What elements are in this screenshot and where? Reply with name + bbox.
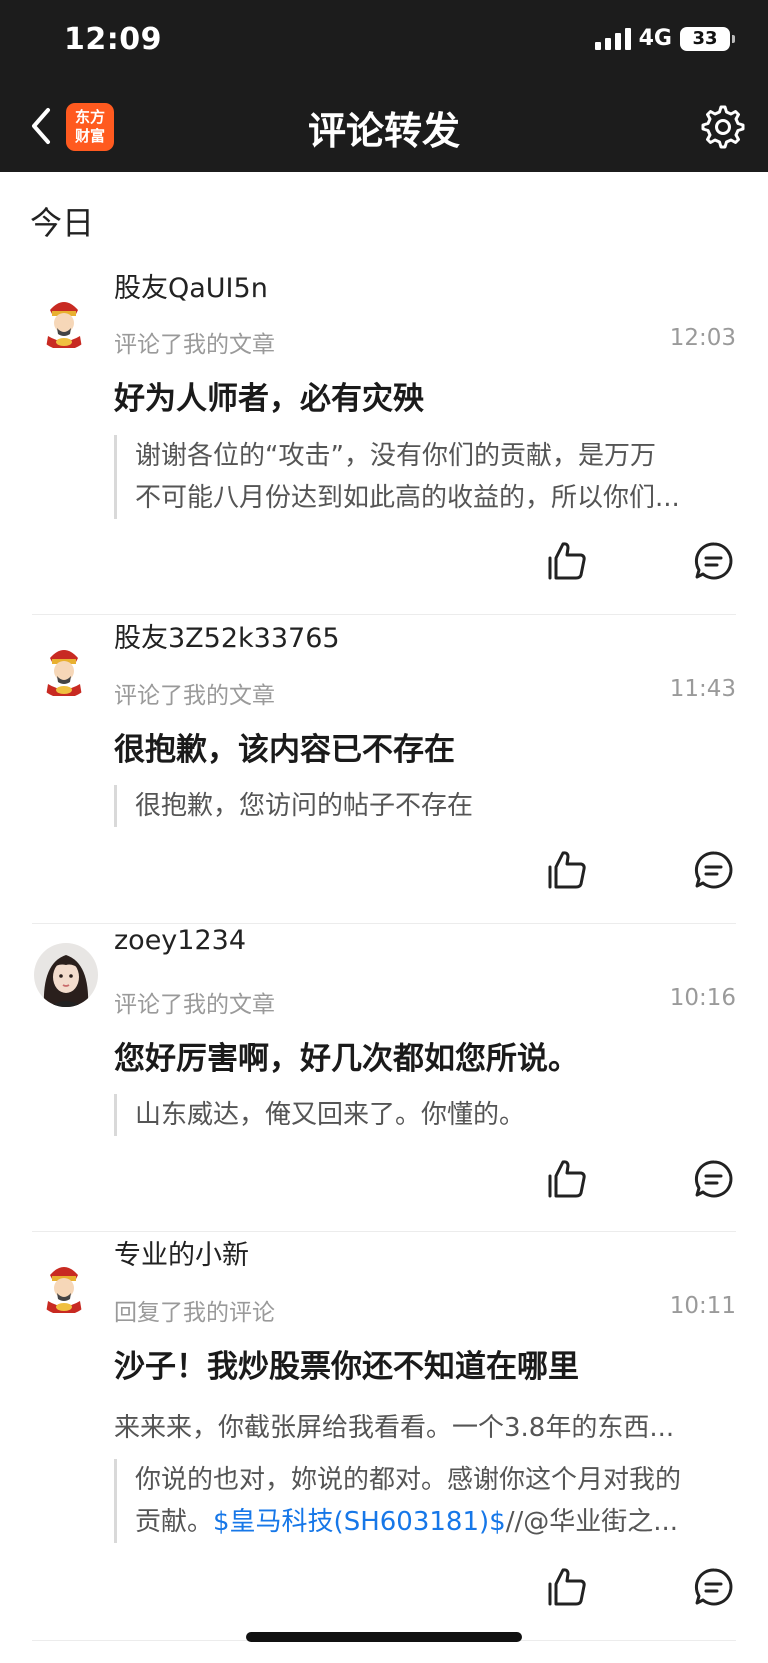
username[interactable]: zoey1234	[114, 925, 246, 956]
timestamp: 12:03	[669, 325, 736, 351]
action-text: 评论了我的文章	[114, 683, 275, 709]
page-title: 评论转发	[307, 109, 460, 153]
timestamp: 10:16	[669, 985, 736, 1011]
like-button[interactable]	[546, 1158, 588, 1200]
network-type: 4G	[638, 26, 672, 51]
home-indicator[interactable]	[246, 1632, 522, 1642]
thumbs-up-icon	[548, 1160, 586, 1198]
timestamp: 10:11	[669, 1293, 736, 1319]
comment-button[interactable]	[694, 1159, 734, 1199]
divider	[32, 1231, 736, 1232]
section-title-today: 今日	[30, 204, 95, 242]
status-indicators: 4G 33	[594, 26, 735, 51]
comment-bubble-icon	[694, 851, 733, 889]
avatar[interactable]	[34, 638, 94, 698]
like-button[interactable]	[546, 1566, 588, 1608]
comment-button[interactable]	[694, 541, 734, 581]
settings-button[interactable]	[700, 104, 746, 150]
action-text: 评论了我的文章	[114, 332, 275, 358]
comment-text[interactable]: 好为人师者，必有灾殃	[114, 373, 424, 418]
avatar[interactable]	[34, 1255, 94, 1315]
timestamp: 11:43	[669, 676, 736, 702]
action-text: 评论了我的文章	[114, 992, 275, 1018]
quoted-article[interactable]: 谢谢各位的“攻击”，没有你们的贡献，是万万 不可能八月份达到如此高的收益的，所以…	[114, 435, 736, 519]
comment-bubble-icon	[694, 1568, 733, 1606]
comment-text[interactable]: 沙子！我炒股票你还不知道在哪里	[114, 1341, 579, 1386]
gear-icon	[701, 105, 745, 149]
stock-link[interactable]: $皇马科技(SH603181)$	[213, 1507, 506, 1537]
caishen-avatar-icon	[34, 638, 94, 698]
quoted-article[interactable]: 山东威达，俺又回来了。你懂的。	[114, 1094, 736, 1136]
comment-button[interactable]	[694, 1567, 734, 1607]
username[interactable]: 股友QaUI5n	[114, 266, 268, 305]
thumbs-up-icon	[548, 851, 586, 889]
top-bar: 12:09 4G 33 东方 财富 评论转发	[0, 0, 768, 172]
like-button[interactable]	[546, 849, 588, 891]
comment-button[interactable]	[694, 850, 734, 890]
username[interactable]: 股友3Z52k33765	[114, 616, 340, 655]
avatar[interactable]	[34, 290, 94, 350]
thumbs-up-icon	[548, 542, 586, 580]
quoted-article[interactable]: 你说的也对，妳说的都对。感谢你这个月对我的 贡献。$皇马科技(SH603181)…	[114, 1459, 736, 1543]
username[interactable]: 专业的小新	[114, 1233, 249, 1272]
divider	[32, 614, 736, 615]
battery-icon: 33	[680, 26, 735, 51]
original-comment-preview[interactable]: 来来来，你截张屏给我看看。一个3.8年的东西...	[114, 1407, 736, 1444]
like-button[interactable]	[546, 540, 588, 582]
comment-text[interactable]: 您好厉害啊，好几次都如您所说。	[114, 1033, 579, 1078]
quoted-article[interactable]: 很抱歉，您访问的帖子不存在	[114, 785, 736, 827]
thumbs-up-icon	[548, 1568, 586, 1606]
comment-text[interactable]: 很抱歉，该内容已不存在	[114, 724, 455, 769]
comment-bubble-icon	[694, 1160, 733, 1198]
comment-bubble-icon	[694, 542, 733, 580]
battery-level: 33	[692, 28, 718, 49]
status-time: 12:09	[64, 22, 162, 57]
caishen-avatar-icon	[34, 290, 94, 350]
caishen-avatar-icon	[34, 1255, 94, 1315]
user-photo-avatar	[34, 943, 98, 1007]
avatar[interactable]	[34, 943, 98, 1007]
signal-icon	[594, 27, 631, 50]
action-text: 回复了我的评论	[114, 1300, 275, 1326]
divider	[32, 923, 736, 924]
